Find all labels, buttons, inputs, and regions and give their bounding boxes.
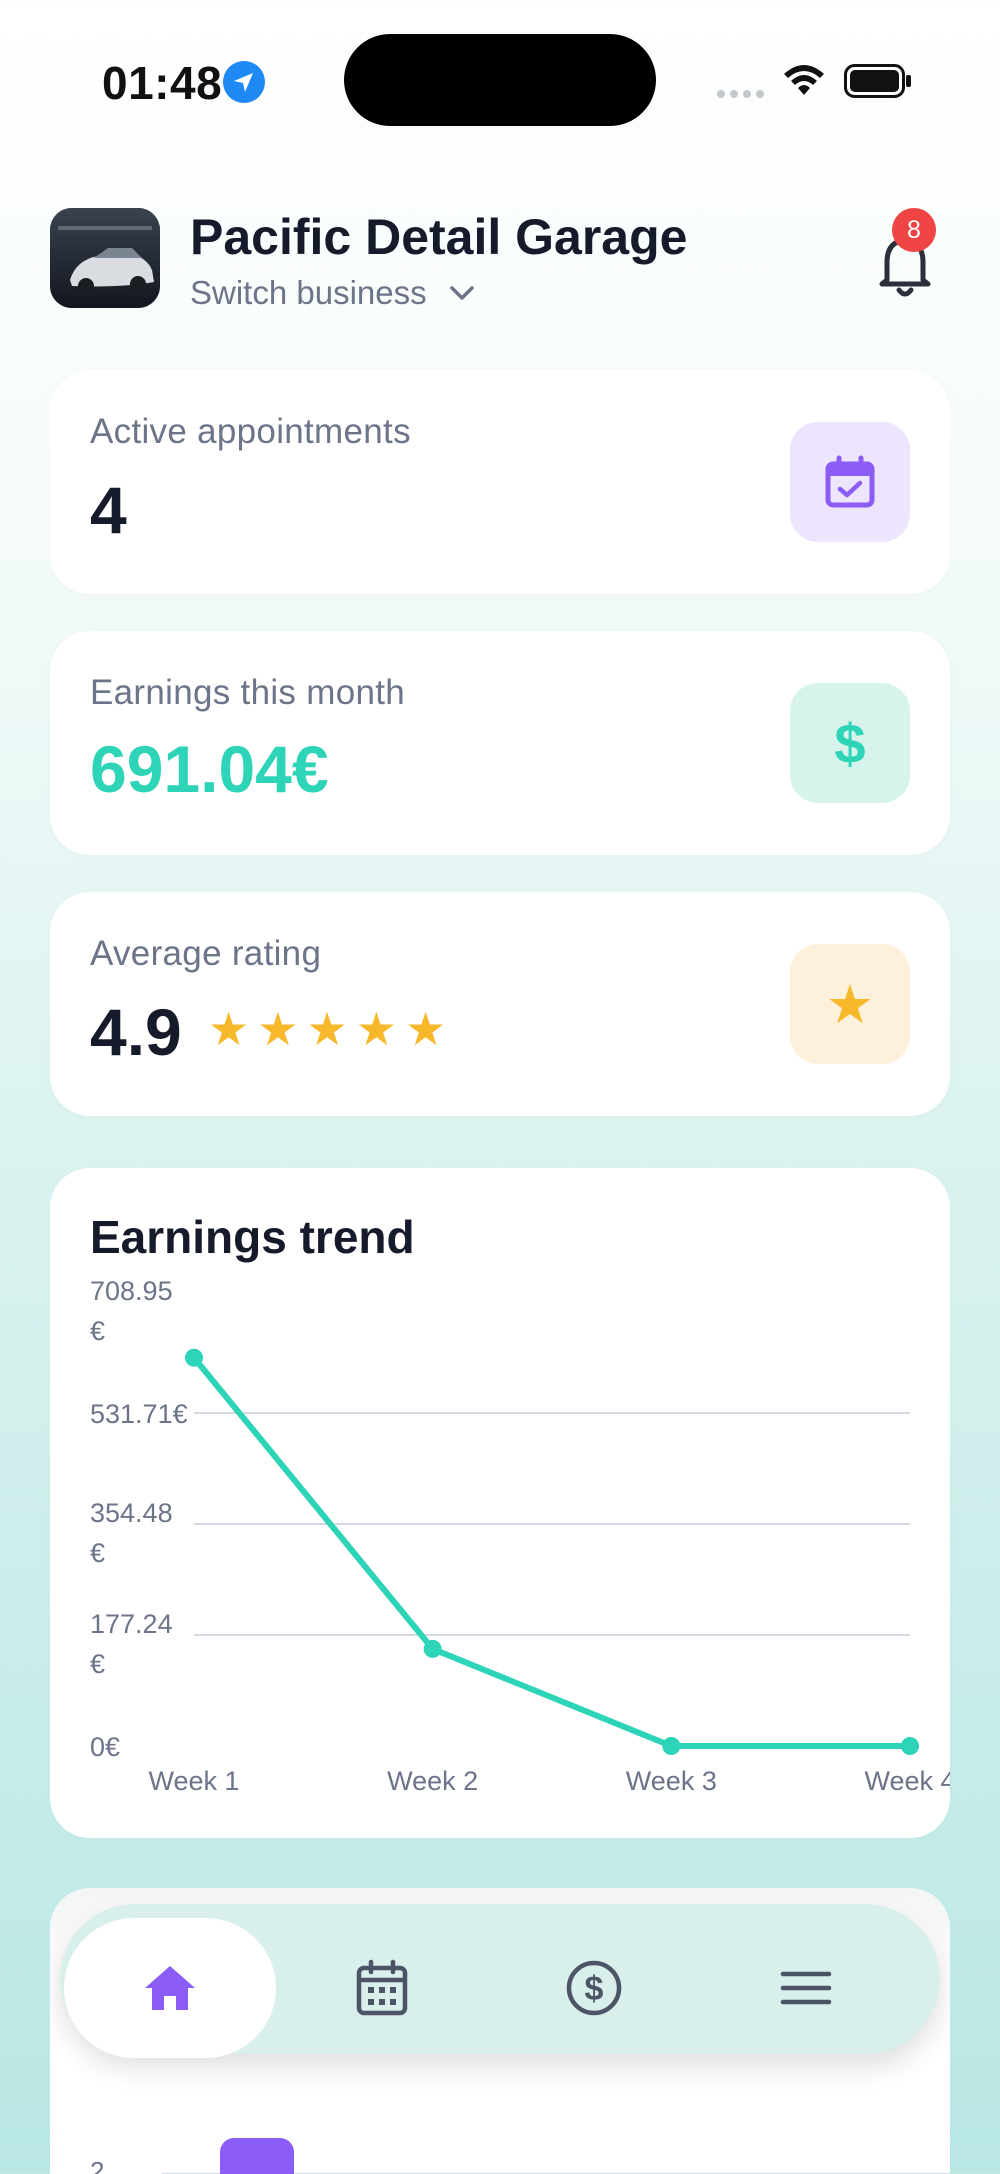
svg-text:$: $	[585, 1970, 604, 2008]
appointments-value: 4	[90, 473, 127, 547]
location-arrow-icon	[223, 61, 265, 103]
earnings-label: Earnings this month	[90, 673, 406, 712]
rating-star: ★	[208, 1003, 250, 1055]
dynamic-island	[344, 34, 656, 126]
cellular-signal-icon	[717, 90, 764, 98]
y-tick-label: 708.95 €	[90, 1276, 173, 1346]
status-bar: 01:48	[0, 0, 1000, 160]
rating-star: ★	[355, 1003, 397, 1055]
data-point	[423, 1639, 442, 1658]
nav-home[interactable]	[64, 1918, 276, 2058]
business-name: Pacific Detail Garage	[190, 209, 688, 265]
x-tick-label: Week 2	[387, 1766, 478, 1796]
nav-menu[interactable]	[700, 1918, 912, 2058]
rating-value: 4.9	[90, 995, 182, 1069]
y-tick-label: 531.71€	[90, 1399, 188, 1429]
y-tick-label: 0€	[90, 1732, 120, 1762]
rating-label: Average rating	[90, 934, 322, 973]
nav-calendar[interactable]	[276, 1918, 488, 2058]
bottom-nav: $	[60, 1904, 940, 2058]
switch-business-button[interactable]: Switch business	[190, 274, 475, 312]
notification-badge: 8	[892, 208, 936, 252]
star-icon: ★	[790, 944, 910, 1064]
bottom-area: 2 $	[50, 1888, 950, 2174]
x-tick-label: Week 3	[626, 1766, 717, 1796]
battery-icon	[844, 64, 911, 98]
y-tick-label: 354.48 €	[90, 1498, 173, 1568]
dollar-circle-icon: $	[566, 1960, 622, 2016]
earnings-series-line	[191, 1354, 913, 1749]
data-point	[662, 1737, 681, 1755]
rating-star: ★	[306, 1003, 348, 1055]
peek-chart-bar	[220, 2138, 294, 2174]
rating-star: ★	[405, 1003, 447, 1055]
appointments-card[interactable]: Active appointments 4	[50, 370, 950, 594]
dollar-icon: $	[790, 683, 910, 803]
star-rating: ★ ★ ★ ★ ★	[208, 1006, 446, 1052]
earnings-line-chart: 0€ 177.24 € 354.48 € 531.71€ 708.95 € Week 1 Week…	[90, 1276, 950, 1796]
home-icon	[145, 1966, 195, 2010]
x-tick-label: Week 4	[864, 1766, 950, 1796]
menu-icon	[780, 1971, 832, 2005]
rating-star: ★	[257, 1003, 299, 1055]
status-time: 01:48	[102, 57, 223, 109]
switch-business-label: Switch business	[190, 274, 427, 311]
chevron-down-icon	[449, 286, 474, 300]
data-point	[185, 1348, 203, 1367]
business-avatar[interactable]	[50, 208, 160, 308]
nav-earnings[interactable]: $	[488, 1918, 700, 2058]
wifi-icon	[784, 65, 824, 95]
calendar-check-icon	[790, 422, 910, 542]
appointments-label: Active appointments	[90, 412, 411, 451]
header: Pacific Detail Garage Switch business 8	[50, 208, 950, 318]
earnings-card[interactable]: Earnings this month 691.04€ $	[50, 631, 950, 855]
earnings-trend-card: Earnings trend 0€ 177.24 €354.48 €531.71€ 70…	[50, 1168, 950, 1838]
rating-card[interactable]: Average rating 4.9 ★ ★ ★ ★ ★ ★	[50, 892, 950, 1116]
peek-chart-tick: 2	[90, 2156, 105, 2174]
calendar-icon	[356, 1959, 408, 2016]
earnings-value: 691.04€	[90, 732, 329, 806]
y-tick-label: 177.24 €	[90, 1609, 173, 1679]
x-tick-label: Week 1	[148, 1766, 239, 1796]
data-point	[901, 1737, 919, 1755]
